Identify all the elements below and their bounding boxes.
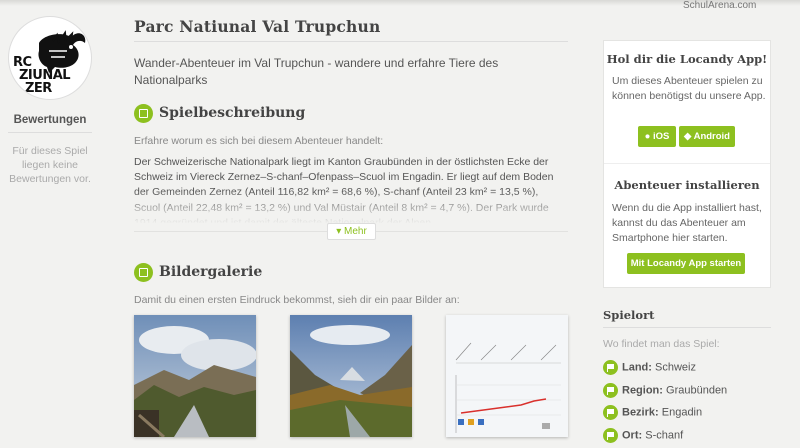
- ratings-heading: Bewertungen: [13, 114, 87, 126]
- ratings-empty-text: Für dieses Spiel liegen keine Bewertunge…: [9, 145, 91, 185]
- divider: [603, 327, 771, 328]
- ios-button[interactable]: ● iOS: [638, 126, 676, 147]
- top-shadow: [0, 0, 800, 6]
- gallery-image-1[interactable]: [134, 315, 256, 437]
- description-intro: Erfahre worum es sich bei diesem Abenteu…: [134, 135, 384, 147]
- android-button-label: Android: [693, 131, 730, 142]
- caret-down-icon: ▾: [336, 226, 344, 237]
- section-title-description: Spielbeschreibung: [159, 105, 306, 121]
- install-text: Wenn du die App installiert hast, kannst…: [612, 202, 762, 244]
- logo-text-3: ZER: [25, 81, 52, 96]
- gallery-image-3[interactable]: [446, 315, 568, 437]
- location-country: Land: Schweiz: [603, 360, 696, 376]
- gallery-intro: Damit du einen ersten Eindruck bekommst,…: [134, 294, 460, 306]
- schularena-watermark: SchulArena.com: [683, 0, 757, 11]
- page-subtitle: Wander-Abenteuer im Val Trupchun - wande…: [134, 56, 499, 87]
- app-box-heading: Hol dir die Locandy App!: [606, 52, 768, 66]
- divider: [134, 41, 568, 42]
- start-app-button[interactable]: Mit Locandy App starten: [627, 253, 745, 274]
- flag-icon: [603, 360, 618, 375]
- game-logo: RC ZIUNAL ZER: [8, 16, 92, 100]
- android-button[interactable]: ◆ Android: [679, 126, 735, 147]
- flag-icon: [603, 383, 618, 398]
- fade-overlay: [134, 190, 568, 224]
- gallery-image-2[interactable]: [290, 315, 412, 437]
- location-town: Ort: S-chanf: [603, 428, 683, 444]
- app-box: Hol dir die Locandy App! Um dieses Abent…: [603, 40, 771, 288]
- document-icon: [134, 104, 153, 123]
- divider: [604, 163, 770, 164]
- spielort-heading: Spielort: [603, 308, 655, 322]
- more-button-label: Mehr: [344, 226, 367, 237]
- spielort-question: Wo findet man das Spiel:: [603, 338, 720, 350]
- apple-icon: ●: [644, 131, 653, 142]
- divider: [8, 132, 92, 133]
- location-district: Bezirk: Engadin: [603, 405, 702, 421]
- page-title: Parc Natiunal Val Trupchun: [134, 17, 381, 36]
- section-title-gallery: Bildergalerie: [159, 264, 263, 280]
- more-button[interactable]: ▾ Mehr: [327, 223, 376, 240]
- ios-button-label: iOS: [653, 131, 670, 142]
- location-region: Region: Graubünden: [603, 383, 727, 399]
- android-icon: ◆: [683, 131, 694, 142]
- flag-icon: [603, 428, 618, 443]
- image-icon: [134, 263, 153, 282]
- install-heading: Abenteuer installieren: [614, 178, 760, 192]
- flag-icon: [603, 405, 618, 420]
- app-box-text: Um dieses Abenteuer spielen zu können be…: [612, 75, 766, 102]
